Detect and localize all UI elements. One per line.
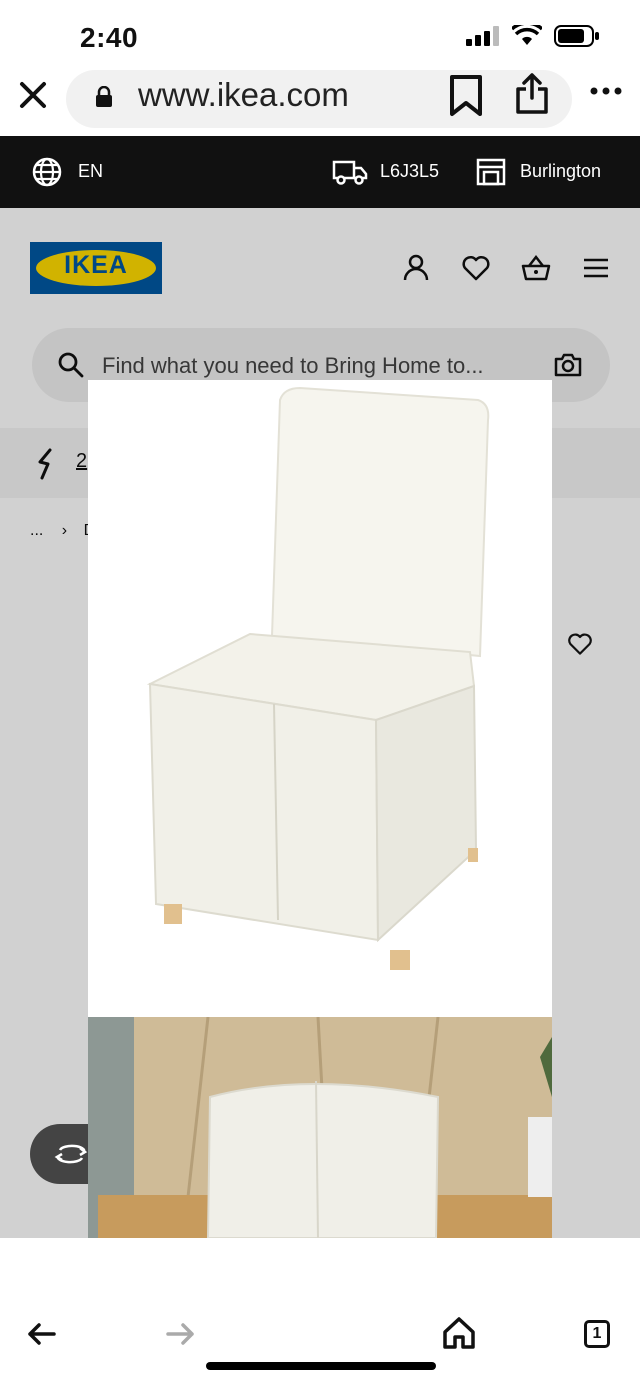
status-icons (466, 24, 600, 48)
home-icon[interactable] (442, 1316, 476, 1350)
url-text: www.ikea.com (138, 76, 349, 113)
home-indicator (206, 1362, 436, 1370)
product-photo-lifestyle[interactable] (88, 1016, 552, 1238)
add-to-favorites-heart-icon[interactable] (566, 630, 594, 658)
back-arrow-icon[interactable] (26, 1322, 56, 1346)
tabs-button[interactable]: 1 (584, 1320, 610, 1348)
wifi-icon (512, 25, 542, 45)
lock-icon (96, 86, 112, 107)
share-icon[interactable] (514, 72, 550, 116)
delivery-truck-icon[interactable] (332, 158, 368, 186)
chair-illustration (146, 386, 490, 970)
language-label[interactable]: EN (78, 161, 103, 182)
rotate-360-icon (54, 1144, 88, 1164)
more-options-icon[interactable] (590, 86, 622, 96)
cellular-signal-icon (466, 26, 499, 46)
browser-toolbar: 1 (0, 1238, 640, 1384)
store-icon[interactable] (476, 158, 506, 186)
store-name[interactable]: Burlington (520, 161, 601, 182)
locale-bar: EN L6J3L5 Burlington (0, 136, 640, 208)
globe-icon[interactable] (32, 157, 62, 187)
browser-address-bar: www.ikea.com (0, 70, 640, 136)
url-field[interactable]: www.ikea.com (66, 70, 572, 128)
battery-icon (554, 25, 599, 47)
forward-arrow-icon (166, 1323, 194, 1345)
postal-code[interactable]: L6J3L5 (380, 161, 439, 182)
close-icon[interactable] (18, 74, 48, 114)
bookmark-icon[interactable] (446, 74, 486, 118)
status-time: 2:40 (80, 22, 139, 53)
product-image-viewer[interactable] (88, 380, 552, 1238)
status-bar: 2:40 (0, 0, 640, 70)
product-photo-chair[interactable] (88, 380, 552, 1017)
lifestyle-scene (88, 1016, 552, 1238)
